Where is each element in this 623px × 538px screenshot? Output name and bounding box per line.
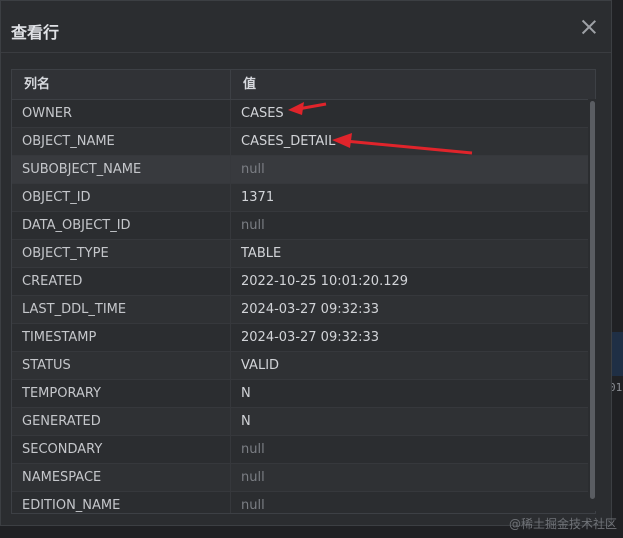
table-body: OWNER CASES OBJECT_NAME CASES_DETAIL SUBOBJE… <box>12 100 595 513</box>
table-row[interactable]: TEMPORARY N <box>12 380 595 408</box>
row-column-name: DATA_OBJECT_ID <box>12 212 231 239</box>
watermark-text: @稀土掘金技术社区 <box>508 517 617 531</box>
table-row[interactable]: SUBOBJECT_NAME null <box>12 156 595 184</box>
row-value[interactable]: N <box>231 380 589 407</box>
row-column-name: TIMESTAMP <box>12 324 231 351</box>
dialog-title: 查看行 <box>11 23 60 42</box>
column-header-name[interactable]: 列名 <box>12 70 231 99</box>
row-value[interactable]: null <box>231 492 589 513</box>
table-row[interactable]: STATUS VALID <box>12 352 595 380</box>
dialog-header: 查看行 <box>1 1 611 53</box>
row-value[interactable]: CASES_DETAIL <box>231 128 589 155</box>
table-row[interactable]: EDITION_NAME null <box>12 492 595 513</box>
row-column-name: LAST_DDL_TIME <box>12 296 231 323</box>
table-row[interactable]: GENERATED N <box>12 408 595 436</box>
row-column-name: NAMESPACE <box>12 464 231 491</box>
row-value[interactable]: null <box>231 436 589 463</box>
table-row[interactable]: OBJECT_TYPE TABLE <box>12 240 595 268</box>
row-column-name: CREATED <box>12 268 231 295</box>
row-column-name: SUBOBJECT_NAME <box>12 156 231 183</box>
row-column-name: OBJECT_ID <box>12 184 231 211</box>
row-value[interactable]: null <box>231 464 589 491</box>
row-value[interactable]: N <box>231 408 589 435</box>
row-value[interactable]: VALID <box>231 352 589 379</box>
column-header-value[interactable]: 值 <box>231 70 589 99</box>
table-row[interactable]: OBJECT_ID 1371 <box>12 184 595 212</box>
table-header: 列名 值 <box>12 70 595 100</box>
row-value[interactable]: 2024-03-27 09:32:33 <box>231 324 589 351</box>
row-column-name: OBJECT_NAME <box>12 128 231 155</box>
row-detail-table: 列名 值 OWNER CASES OBJECT_NAME CASES_DETAIL SU… <box>11 69 596 514</box>
row-value[interactable]: null <box>231 212 589 239</box>
table-row[interactable]: CREATED 2022-10-25 10:01:20.129 <box>12 268 595 296</box>
row-column-name: SECONDARY <box>12 436 231 463</box>
row-value[interactable]: 2024-03-27 09:32:33 <box>231 296 589 323</box>
row-column-name: STATUS <box>12 352 231 379</box>
row-column-name: OWNER <box>12 100 231 127</box>
row-value[interactable]: null <box>231 156 589 183</box>
row-value[interactable]: CASES <box>231 100 589 127</box>
table-row[interactable]: NAMESPACE null <box>12 464 595 492</box>
close-icon[interactable] <box>581 19 597 35</box>
row-column-name: TEMPORARY <box>12 380 231 407</box>
table-row[interactable]: TIMESTAMP 2024-03-27 09:32:33 <box>12 324 595 352</box>
table-row[interactable]: LAST_DDL_TIME 2024-03-27 09:32:33 <box>12 296 595 324</box>
row-value[interactable]: TABLE <box>231 240 589 267</box>
table-row[interactable]: DATA_OBJECT_ID null <box>12 212 595 240</box>
vertical-scrollbar[interactable] <box>588 99 596 511</box>
row-column-name: EDITION_NAME <box>12 492 231 513</box>
scrollbar-thumb[interactable] <box>590 101 595 499</box>
table-row[interactable]: OWNER CASES <box>12 100 595 128</box>
view-row-dialog: 查看行 列名 值 OWNER CASES OBJECT_NAME CASES_DETA… <box>0 0 612 526</box>
row-value[interactable]: 2022-10-25 10:01:20.129 <box>231 268 589 295</box>
row-value[interactable]: 1371 <box>231 184 589 211</box>
table-row[interactable]: OBJECT_NAME CASES_DETAIL <box>12 128 595 156</box>
row-column-name: OBJECT_TYPE <box>12 240 231 267</box>
row-column-name: GENERATED <box>12 408 231 435</box>
table-row[interactable]: SECONDARY null <box>12 436 595 464</box>
